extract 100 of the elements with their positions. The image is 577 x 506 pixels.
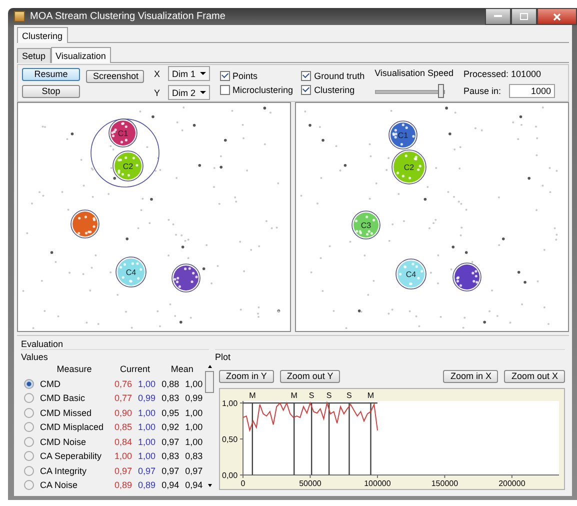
section-title: Evaluation bbox=[21, 339, 64, 349]
table-cell-text: 0,90 bbox=[114, 406, 134, 420]
app-icon bbox=[14, 11, 25, 22]
cluster bbox=[108, 118, 138, 148]
tick-label: 100000 bbox=[364, 479, 391, 488]
speed-slider[interactable] bbox=[374, 84, 445, 98]
screenshot-button[interactable]: Screenshot bbox=[86, 70, 144, 83]
zoom-button[interactable]: Zoom in Y bbox=[219, 370, 274, 383]
tick-label: 200000 bbox=[498, 479, 526, 488]
zoom-button[interactable]: Zoom out Y bbox=[280, 370, 340, 383]
table-cell-text: 1,00 bbox=[137, 450, 157, 464]
checkbox[interactable]: Microclustering bbox=[220, 85, 294, 95]
group-title: Plot bbox=[215, 352, 232, 362]
event-line bbox=[348, 403, 350, 475]
table-cell-text: CMD Missed bbox=[39, 406, 93, 420]
cluster bbox=[172, 264, 200, 292]
event-label: M bbox=[249, 391, 256, 400]
toolbar-button[interactable]: Stop bbox=[22, 85, 80, 98]
table-cell-text: 0,97 bbox=[160, 436, 180, 449]
tick-label: 150000 bbox=[431, 479, 458, 488]
table-cell-text: 0,92 bbox=[160, 421, 180, 434]
event-line bbox=[252, 403, 254, 475]
table-cell-text: CMD Basic bbox=[39, 392, 86, 406]
event-line bbox=[370, 403, 372, 475]
table-cell-text: 0,89 bbox=[137, 479, 157, 492]
ground-truth-ring bbox=[90, 118, 160, 188]
cluster bbox=[396, 258, 426, 290]
radio-button[interactable] bbox=[24, 451, 34, 462]
table-cell-text: 1,00 bbox=[137, 421, 157, 434]
zoom-button[interactable]: Zoom out X bbox=[504, 370, 565, 383]
column-header: Measure bbox=[56, 363, 93, 376]
checkbox[interactable]: Ground truth bbox=[301, 71, 365, 81]
slider-thumb[interactable] bbox=[438, 84, 444, 98]
pause-label: Pause in: bbox=[463, 86, 502, 96]
processed-count: Processed: 101000 bbox=[463, 68, 542, 78]
table-cell-text: 0,89 bbox=[114, 479, 134, 492]
tick-label: 0,00 bbox=[222, 471, 238, 480]
cluster-label: C2 bbox=[404, 163, 414, 172]
column-header: Mean bbox=[170, 363, 194, 376]
table-cell-text: 0,94 bbox=[184, 479, 204, 492]
table-cell-text: CMD Misplaced bbox=[39, 421, 105, 434]
checkbox[interactable]: Clustering bbox=[301, 85, 365, 95]
table-cell-text: 0,97 bbox=[137, 464, 157, 478]
event-line bbox=[328, 403, 330, 475]
radio-button[interactable] bbox=[24, 408, 34, 418]
event-label: M bbox=[290, 391, 298, 400]
table-cell-text: CA Seperability bbox=[39, 450, 103, 464]
close-button[interactable] bbox=[537, 8, 577, 25]
event-label: S bbox=[308, 391, 314, 400]
radio-button[interactable] bbox=[24, 378, 34, 389]
table-cell-text: 1,00 bbox=[137, 378, 157, 391]
event-line bbox=[294, 403, 295, 475]
table-cell-text: 0,99 bbox=[184, 392, 204, 406]
close-icon bbox=[553, 12, 561, 20]
table-cell-text: 1,00 bbox=[184, 378, 204, 391]
table-cell-text: 0,97 bbox=[114, 464, 134, 478]
radio-button[interactable] bbox=[24, 436, 34, 447]
cluster bbox=[112, 150, 144, 182]
toolbar-button[interactable]: Resume bbox=[22, 68, 80, 81]
table-cell-text: 0,84 bbox=[114, 436, 134, 449]
tick-label: 0 bbox=[240, 479, 246, 488]
table-cell-text: 0,97 bbox=[160, 464, 180, 478]
table-cell-text: 0,94 bbox=[160, 479, 180, 492]
tab[interactable]: Clustering bbox=[17, 27, 68, 43]
pause-field[interactable]: 1000 bbox=[509, 84, 556, 98]
checkbox[interactable]: Points bbox=[220, 71, 294, 81]
cluster bbox=[392, 150, 426, 184]
table-cell-text: CA Integrity bbox=[39, 464, 88, 478]
radio-button[interactable] bbox=[24, 393, 34, 404]
radio-button[interactable] bbox=[24, 422, 34, 432]
maximize-button[interactable] bbox=[511, 8, 537, 25]
tab[interactable]: Setup bbox=[17, 48, 51, 63]
cluster-label: C2 bbox=[122, 162, 134, 171]
tab[interactable]: Visualization bbox=[50, 47, 111, 63]
cluster-label: C4 bbox=[126, 268, 136, 277]
table-cell-text: 1,00 bbox=[114, 450, 134, 464]
cluster bbox=[388, 120, 418, 150]
maximize-icon bbox=[520, 13, 528, 20]
dimension-dropdown[interactable]: Dim 1 bbox=[168, 66, 210, 81]
event-label: S bbox=[326, 391, 332, 400]
cluster-label: C1 bbox=[398, 131, 408, 140]
group-title: Values bbox=[21, 352, 49, 362]
zoom-button[interactable]: Zoom in X bbox=[443, 370, 498, 383]
tick-label: 0,50 bbox=[222, 435, 238, 444]
table-cell-text: 0,85 bbox=[114, 421, 134, 434]
cluster bbox=[116, 256, 146, 288]
minimize-button[interactable] bbox=[485, 8, 511, 25]
table-cell-text: 1,00 bbox=[184, 406, 204, 420]
table-cell-text: 1,00 bbox=[137, 406, 157, 420]
event-label: M bbox=[367, 391, 374, 400]
minimize-icon bbox=[494, 15, 502, 18]
cluster-label: C3 bbox=[360, 221, 372, 230]
dimension-dropdown[interactable]: Dim 2 bbox=[168, 85, 210, 100]
axis-label: X bbox=[154, 68, 160, 78]
cluster-label: C4 bbox=[406, 270, 416, 279]
radio-button[interactable] bbox=[24, 480, 34, 490]
cluster bbox=[352, 210, 380, 240]
radio-button[interactable] bbox=[24, 466, 34, 476]
table-cell-text: 0,83 bbox=[184, 450, 204, 464]
table-cell-text: 0,83 bbox=[160, 392, 180, 406]
